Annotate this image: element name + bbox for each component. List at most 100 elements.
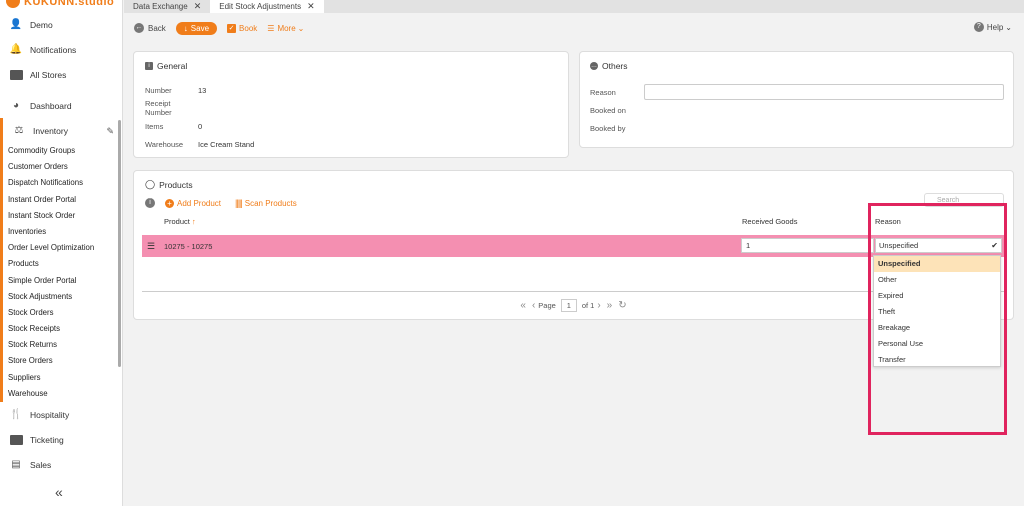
sidebar-subitem[interactable]: Dispatch Notifications (3, 175, 122, 191)
field-value: 13 (198, 85, 207, 95)
column-header-received-goods[interactable]: Received Goods (742, 217, 797, 226)
logo[interactable]: KUKUNN.studio (0, 0, 122, 10)
sidebar-subitem[interactable]: Customer Orders (3, 159, 122, 175)
reason-input[interactable] (644, 84, 1004, 100)
column-header-product[interactable]: Product ↑ (164, 217, 196, 226)
field-label: Number (145, 85, 172, 95)
sidebar-item-inventory[interactable]: ⚖ Inventory ✎ (0, 118, 122, 143)
sidebar-item-sales[interactable]: ▤ Sales (0, 452, 122, 477)
sidebar-subitem[interactable]: Suppliers (3, 370, 122, 386)
sidebar-subitem[interactable]: Simple Order Portal (3, 273, 122, 289)
sidebar-subitem[interactable]: Stock Returns (3, 337, 122, 353)
sidebar-subitem[interactable]: Order Level Optimization (3, 240, 122, 256)
dropdown-option[interactable]: Other (874, 272, 1000, 288)
dropdown-option[interactable]: Breakage (874, 320, 1000, 336)
dashboard-icon: ◕ (12, 100, 20, 111)
field-label: Items (145, 121, 164, 131)
general-title: i General (145, 61, 557, 71)
sidebar-subitem[interactable]: Instant Order Portal (3, 192, 122, 208)
close-icon[interactable]: ✕ (307, 0, 315, 13)
sort-arrow-up-icon: ↑ (191, 217, 196, 226)
tab-edit-stock-adjustments[interactable]: Edit Stock Adjustments ✕ (210, 0, 324, 13)
last-page-icon[interactable]: » (607, 300, 613, 311)
page-input[interactable]: 1 (560, 299, 577, 312)
general-card: i General Number 13 Receipt Number Items… (133, 51, 569, 158)
sidebar-subitem[interactable]: Stock Adjustments (3, 289, 122, 305)
field-items: Items 0 (145, 117, 557, 135)
back-button[interactable]: ← Back (134, 23, 166, 33)
sidebar-item-all-stores[interactable]: All Stores (0, 62, 122, 87)
prev-page-icon[interactable]: ‹ (532, 300, 535, 311)
sidebar-subitem[interactable]: Inventories (3, 224, 122, 240)
scan-products-button[interactable]: ||||| Scan Products (235, 198, 297, 208)
products-toolbar: i + Add Product ||||| Scan Products (145, 198, 1002, 208)
help-button[interactable]: ? Help ⌄ (973, 22, 1012, 32)
close-icon[interactable]: ✕ (194, 0, 202, 13)
next-page-icon[interactable]: › (597, 300, 600, 311)
more-button[interactable]: ☰ More ⌄ (267, 24, 304, 33)
ticketing-icon (9, 434, 23, 446)
field-label: Reason (590, 87, 616, 97)
back-icon: ← (134, 23, 144, 33)
sidebar-subitem[interactable]: Warehouse (3, 386, 122, 402)
table-row[interactable]: ☰ 10275 - 10275 1 Unspecified ✔ (142, 235, 1005, 257)
sidebar-item-demo[interactable]: 👤 Demo (0, 12, 122, 37)
column-header-reason[interactable]: Reason (875, 217, 901, 226)
sidebar-item-ticketing[interactable]: Ticketing (0, 427, 122, 452)
others-card: … Others Reason Booked on Booked by (579, 51, 1014, 148)
reason-select[interactable]: Unspecified ✔ (875, 238, 1002, 253)
sidebar-subitem[interactable]: Stock Orders (3, 305, 122, 321)
dropdown-option[interactable]: Personal Use (874, 336, 1000, 352)
card-title-text: Others (602, 61, 628, 71)
info-icon[interactable]: i (145, 198, 155, 208)
inventory-icon: ⚖ (14, 125, 24, 136)
collapse-sidebar-button[interactable]: « (55, 484, 63, 500)
inventory-submenu: Commodity Groups Customer Orders Dispatc… (0, 143, 122, 402)
sidebar-item-label: Inventory (33, 125, 68, 136)
add-product-button[interactable]: + Add Product (165, 198, 221, 208)
dropdown-option[interactable]: Theft (874, 304, 1000, 320)
store-icon (9, 69, 23, 81)
help-icon: ? (973, 22, 984, 32)
sidebar-item-hospitality[interactable]: 🍴 Hospitality (0, 402, 122, 427)
chevron-down-icon: ⌄ (297, 23, 305, 33)
book-button[interactable]: ✓ Book (227, 23, 258, 33)
product-cell: 10275 - 10275 (164, 242, 213, 251)
edit-icon[interactable]: ✎ (106, 126, 114, 137)
field-warehouse: Warehouse Ice Cream Stand (145, 135, 557, 153)
field-value: 0 (198, 121, 203, 131)
received-goods-input[interactable]: 1 (741, 238, 874, 253)
page-label: Page (538, 301, 556, 310)
sidebar-item-dashboard[interactable]: ◕ Dashboard (0, 93, 122, 118)
dropdown-option[interactable]: Expired (874, 288, 1000, 304)
toolbar: ← Back ↓ Save ✓ Book ☰ More ⌄ ? Help ⌄ (124, 13, 1024, 43)
sidebar-subitem[interactable]: Products (3, 256, 122, 272)
hierarchy-icon: ◯ (145, 179, 156, 189)
field-value: Ice Cream Stand (198, 139, 255, 149)
sidebar-item-label: Sales (30, 459, 52, 470)
dropdown-option[interactable]: Transfer (874, 352, 1000, 368)
page-count: of 1 (581, 301, 595, 310)
sidebar-scrollbar[interactable] (118, 120, 121, 367)
dropdown-option[interactable]: Unspecified (874, 256, 1000, 272)
sidebar-item-label: All Stores (30, 69, 67, 80)
save-button[interactable]: ↓ Save (175, 21, 218, 35)
sidebar-subitem[interactable]: Instant Stock Order (3, 208, 122, 224)
sidebar-item-notifications[interactable]: 🔔 Notifications (0, 37, 122, 62)
sidebar-subitem[interactable]: Stock Receipts (3, 321, 122, 337)
list-icon[interactable]: ☰ (147, 241, 155, 252)
refresh-icon[interactable]: ↻ (618, 300, 626, 311)
field-label: Warehouse (145, 139, 184, 149)
tab-data-exchange[interactable]: Data Exchange ✕ (124, 0, 210, 13)
first-page-icon[interactable]: « (520, 300, 526, 311)
logo-icon (6, 0, 20, 8)
barcode-icon: ||||| (235, 198, 243, 208)
comment-icon: … (590, 62, 598, 70)
sidebar-subitem[interactable]: Commodity Groups (3, 143, 122, 159)
chevron-down-icon: ✔ (991, 241, 998, 250)
book-label: Book (239, 23, 258, 33)
tab-label: Data Exchange (133, 2, 188, 11)
search-input[interactable]: Search (924, 193, 1004, 207)
sidebar-subitem[interactable]: Store Orders (3, 353, 122, 369)
field-booked-on: Booked on (590, 101, 1003, 119)
